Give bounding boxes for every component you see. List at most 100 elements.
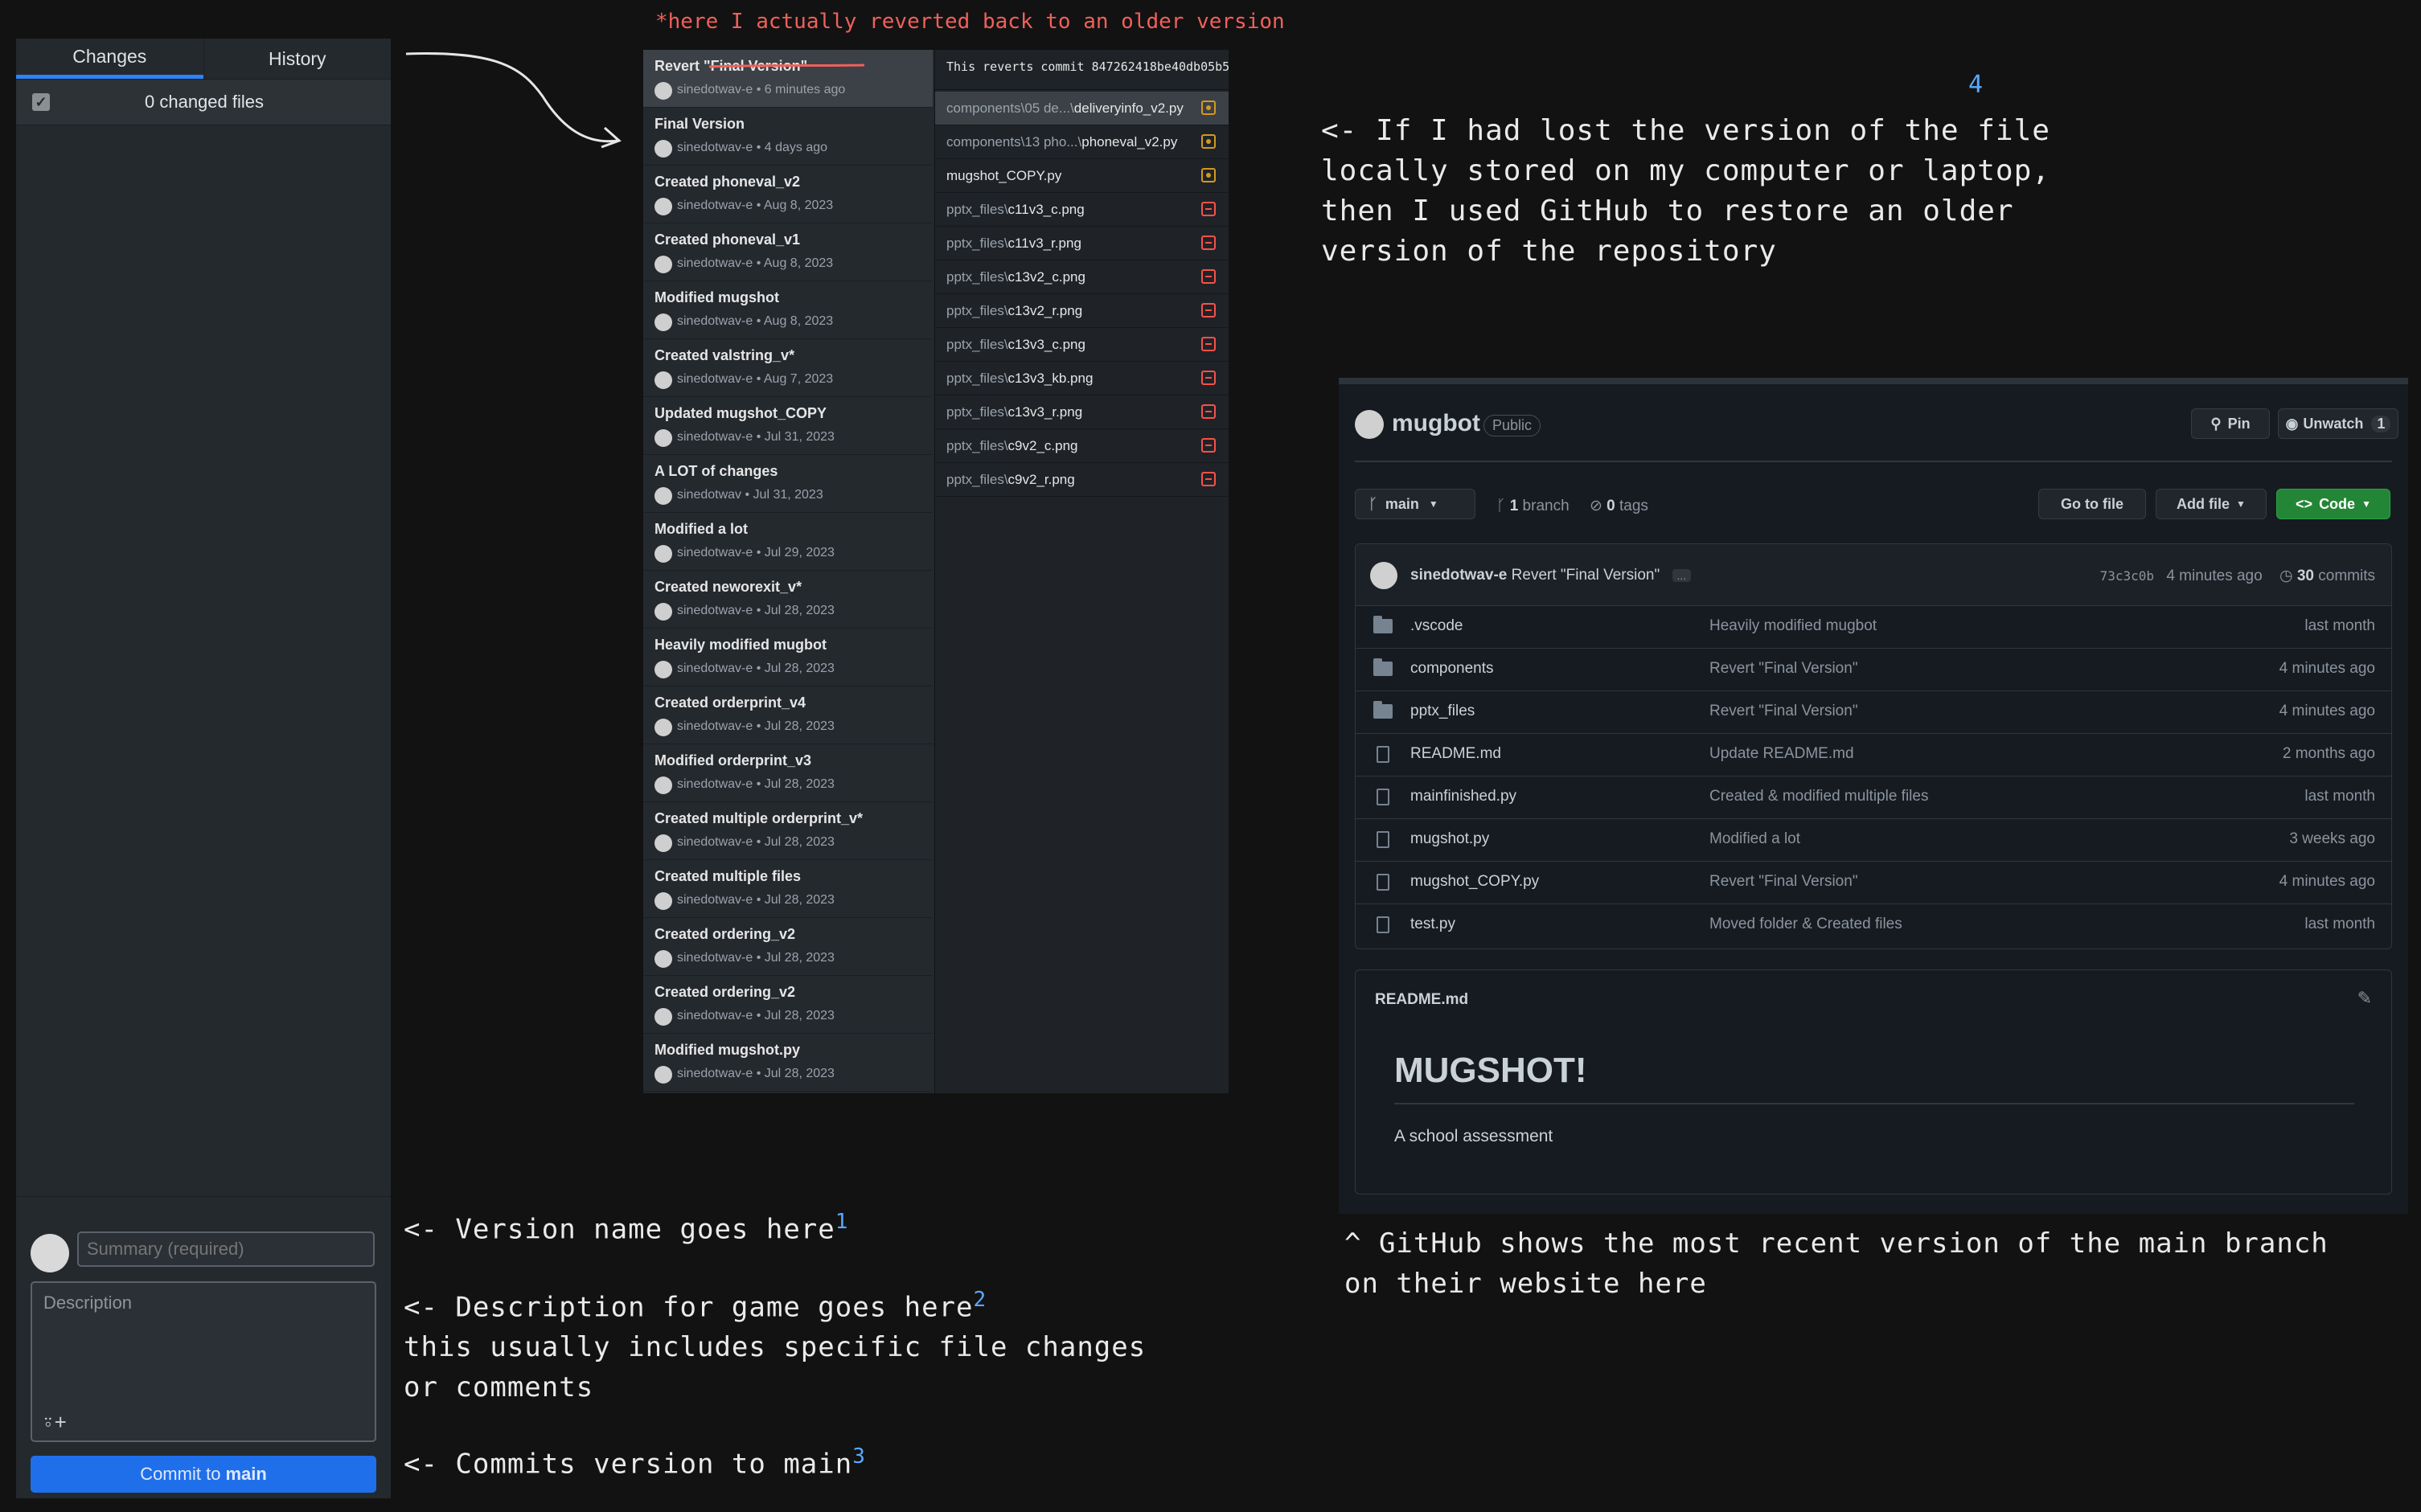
latest-commit-bar: sinedotwav-e Revert "Final Version" ... … [1356, 544, 2391, 606]
add-coauthor-icon[interactable]: ⍤+ [42, 1410, 67, 1436]
commit-meta: sinedotwav-e • Jul 28, 2023 [677, 604, 835, 617]
changed-file-item[interactable]: pptx_files\c9v2_c.png [935, 429, 1229, 463]
file-commit-message[interactable]: Update README.md [1709, 745, 1854, 763]
underline-annotation [708, 64, 865, 68]
note-description: <- Description for game goes here2 this … [404, 1280, 1146, 1408]
file-name-link[interactable]: .vscode [1410, 617, 1463, 635]
commit-description: This reverts commit 847262418be40db05b5b [935, 50, 1229, 90]
commit-history-list: Revert "Final Version" sinedotwav-e • 6 m… [643, 50, 933, 1093]
chevron-down-icon: ▼ [2362, 498, 2371, 510]
commit-hash[interactable]: 73c3c0b [2100, 568, 2154, 584]
commit-history-item[interactable]: A LOT of changes sinedotwav • Jul 31, 202… [643, 455, 933, 513]
commit-history-item[interactable]: Created valstring_v* sinedotwav-e • Aug 7… [643, 339, 933, 397]
file-dir: pptx_files\ [946, 337, 1008, 352]
file-commit-message[interactable]: Heavily modified mugbot [1709, 617, 1877, 635]
file-name-link[interactable]: mugshot_COPY.py [1410, 873, 1539, 891]
expand-commit-button[interactable]: ... [1672, 569, 1692, 582]
file-path: pptx_files\c11v3_r.png [946, 236, 1081, 252]
note-number-3: 3 [852, 1444, 866, 1469]
avatar [654, 661, 672, 678]
commit-history-item[interactable]: Updated mugshot_COPY sinedotwav-e • Jul 3… [643, 397, 933, 455]
changed-file-item[interactable]: pptx_files\c11v3_r.png [935, 227, 1229, 260]
file-commit-message[interactable]: Moved folder & Created files [1709, 916, 1902, 933]
tags-count[interactable]: 0 [1606, 498, 1615, 514]
pin-icon: ⚲ [2210, 415, 2222, 432]
changed-file-item[interactable]: pptx_files\c9v2_r.png [935, 463, 1229, 497]
branch-select[interactable]: ᚴ main ▼ [1355, 489, 1475, 519]
file-commit-message[interactable]: Revert "Final Version" [1709, 660, 1858, 678]
commit-history-item[interactable]: Created multiple orderprint_v* sinedotwav… [643, 802, 933, 860]
commit-history-item[interactable]: Created orderprint_v4 sinedotwav-e • Jul … [643, 686, 933, 744]
changed-file-item[interactable]: mugshot_COPY.py [935, 159, 1229, 193]
file-name-link[interactable]: pptx_files [1410, 703, 1475, 720]
file-icon [1377, 874, 1389, 891]
commit-history-item[interactable]: Heavily modified mugbot sinedotwav-e • Ju… [643, 629, 933, 686]
file-icon [1377, 831, 1389, 848]
visibility-badge: Public [1483, 415, 1541, 436]
repo-name[interactable]: mugbot [1392, 410, 1480, 437]
commit-history-item[interactable]: Modified mugshot.py sinedotwav-e • Jul 28… [643, 1034, 933, 1092]
commit-title: A LOT of changes [654, 463, 778, 479]
commit-title: Final Version [654, 116, 745, 132]
commit-history-item[interactable]: Revert "Final Version" sinedotwav-e • 6 m… [643, 50, 933, 108]
go-to-file-button[interactable]: Go to file [2038, 489, 2146, 519]
code-icon: <> [2296, 495, 2313, 512]
commit-history-item[interactable]: Created phoneval_v2 sinedotwav-e • Aug 8,… [643, 166, 933, 223]
branches-count[interactable]: 1 [1510, 498, 1519, 514]
pencil-icon[interactable]: ✎ [2357, 988, 2372, 1009]
file-name-link[interactable]: README.md [1410, 745, 1501, 763]
add-file-button[interactable]: Add file ▼ [2156, 489, 2267, 519]
changed-file-item[interactable]: pptx_files\c13v2_r.png [935, 294, 1229, 328]
file-dir: pptx_files\ [946, 236, 1008, 251]
commit-history-item[interactable]: Modified orderprint_v3 sinedotwav-e • Jul… [643, 744, 933, 802]
commit-history-item[interactable]: Created ordering_v2 sinedotwav-e • Jul 28… [643, 918, 933, 976]
commit-history-item[interactable]: Final Version sinedotwav-e • 4 days ago [643, 108, 933, 166]
commit-button[interactable]: Commit to main [31, 1456, 376, 1493]
commit-history-item[interactable]: Created neworexit_v* sinedotwav-e • Jul 2… [643, 571, 933, 629]
tab-history[interactable]: History [203, 39, 392, 79]
branches-label[interactable]: branch [1523, 498, 1570, 514]
commit-history-item[interactable]: Created phoneval_v1 sinedotwav-e • Aug 8,… [643, 223, 933, 281]
commit-history-item[interactable]: Modified a lot sinedotwav-e • Jul 29, 202… [643, 513, 933, 571]
commit-history-item[interactable]: Created multiple files sinedotwav-e • Jul… [643, 860, 933, 918]
note-restore-line1: <- If I had lost the version of the file [1321, 114, 2050, 147]
changed-file-item[interactable]: components\13 pho...\phoneval_v2.py [935, 125, 1229, 159]
commit-history-item[interactable]: Created ordering_v2 sinedotwav-e • Jul 28… [643, 976, 933, 1034]
tab-changes[interactable]: Changes [16, 39, 203, 79]
commits-count[interactable]: 30 [2297, 568, 2314, 584]
note-number-1: 1 [835, 1210, 849, 1234]
pin-button[interactable]: ⚲ Pin [2191, 408, 2270, 439]
table-row: README.md Update README.md 2 months ago [1356, 733, 2391, 776]
commit-title: Updated mugshot_COPY [654, 405, 827, 421]
file-commit-message[interactable]: Created & modified multiple files [1709, 788, 1928, 805]
readme-title[interactable]: README.md [1375, 991, 1468, 1009]
commit-meta: sinedotwav • Jul 31, 2023 [677, 488, 823, 502]
checkbox-icon[interactable]: ✓ [32, 93, 50, 111]
changed-file-item[interactable]: pptx_files\c13v2_c.png [935, 260, 1229, 294]
changed-file-item[interactable]: pptx_files\c13v3_c.png [935, 328, 1229, 362]
commit-history-item[interactable]: Modified mugshot sinedotwav-e • Aug 8, 20… [643, 281, 933, 339]
latest-commit-message[interactable]: Revert "Final Version" [1512, 567, 1660, 584]
unwatch-label: Unwatch [2303, 415, 2364, 432]
file-name-link[interactable]: mugshot.py [1410, 830, 1489, 848]
changed-file-item[interactable]: pptx_files\c11v3_c.png [935, 193, 1229, 227]
changed-file-item[interactable]: components\05 de...\deliveryinfo_v2.py [935, 92, 1229, 125]
tags-label[interactable]: tags [1619, 498, 1648, 514]
file-name-link[interactable]: components [1410, 660, 1494, 678]
file-commit-message[interactable]: Revert "Final Version" [1709, 873, 1858, 891]
description-field[interactable]: Description ⍤+ [31, 1281, 376, 1442]
avatar [654, 892, 672, 910]
note-commit: <- Commits version to main3 [404, 1444, 866, 1480]
changed-file-item[interactable]: pptx_files\c13v3_kb.png [935, 362, 1229, 395]
code-button[interactable]: <> Code ▼ [2276, 489, 2390, 519]
latest-commit-author[interactable]: sinedotwav-e [1410, 567, 1507, 584]
file-name-link[interactable]: mainfinished.py [1410, 788, 1516, 805]
file-commit-message[interactable]: Revert "Final Version" [1709, 703, 1858, 720]
file-commit-message[interactable]: Modified a lot [1709, 830, 1800, 848]
file-name-link[interactable]: test.py [1410, 916, 1455, 933]
changed-file-item[interactable]: pptx_files\c13v3_r.png [935, 395, 1229, 429]
commits-label[interactable]: commits [2318, 568, 2375, 584]
commit-meta: sinedotwav-e • Jul 28, 2023 [677, 893, 835, 907]
unwatch-button[interactable]: ◉ Unwatch 1 [2278, 408, 2398, 439]
summary-input[interactable] [77, 1231, 375, 1267]
